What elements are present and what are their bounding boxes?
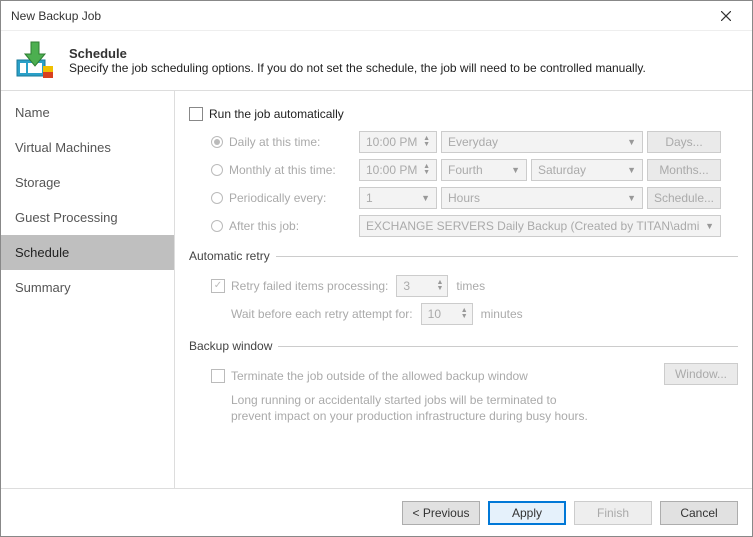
window-title: New Backup Job xyxy=(11,9,101,23)
backup-window-group: Backup window Terminate the job outside … xyxy=(189,339,738,424)
after-job-radio xyxy=(211,220,223,232)
monthly-day-dropdown: Saturday ▼ xyxy=(531,159,643,181)
days-button: Days... xyxy=(647,131,721,153)
chevron-down-icon: ▼ xyxy=(705,221,714,231)
wizard-footer: < Previous Apply Finish Cancel xyxy=(1,488,752,536)
spinner-icon: ▲▼ xyxy=(461,308,468,320)
sidebar-item-storage[interactable]: Storage xyxy=(1,165,174,200)
spinner-icon: ▲▼ xyxy=(423,164,430,176)
sidebar-item-schedule[interactable]: Schedule xyxy=(1,235,174,270)
chevron-down-icon: ▼ xyxy=(627,137,636,147)
sidebar-item-virtual-machines[interactable]: Virtual Machines xyxy=(1,130,174,165)
wait-label: Wait before each retry attempt for: xyxy=(231,307,413,321)
retry-failed-label: Retry failed items processing: xyxy=(231,279,388,293)
run-automatically-label: Run the job automatically xyxy=(209,107,344,121)
close-icon xyxy=(721,11,731,21)
chevron-down-icon: ▼ xyxy=(627,193,636,203)
period-count-dropdown: 1 ▼ xyxy=(359,187,437,209)
monthly-ordinal-dropdown: Fourth ▼ xyxy=(441,159,527,181)
spinner-icon: ▲▼ xyxy=(436,280,443,292)
chevron-down-icon: ▼ xyxy=(421,193,430,203)
wait-minutes-field: 10 ▲▼ xyxy=(421,303,473,325)
schedule-icon xyxy=(15,40,57,82)
cancel-button[interactable]: Cancel xyxy=(660,501,738,525)
chevron-down-icon: ▼ xyxy=(627,165,636,175)
periodically-label: Periodically every: xyxy=(229,191,359,205)
months-button: Months... xyxy=(647,159,721,181)
schedule-button: Schedule... xyxy=(647,187,721,209)
terminate-label: Terminate the job outside of the allowed… xyxy=(231,369,528,383)
periodically-radio xyxy=(211,192,223,204)
daily-radio xyxy=(211,136,223,148)
retry-failed-checkbox: ✓ xyxy=(211,279,225,293)
backup-window-legend: Backup window xyxy=(189,339,278,353)
sidebar-item-summary[interactable]: Summary xyxy=(1,270,174,305)
run-automatically-checkbox[interactable] xyxy=(189,107,203,121)
after-job-label: After this job: xyxy=(229,219,359,233)
spinner-icon: ▲▼ xyxy=(423,136,430,148)
daily-label: Daily at this time: xyxy=(229,135,359,149)
period-unit-dropdown: Hours ▼ xyxy=(441,187,643,209)
retry-count-field: 3 ▲▼ xyxy=(396,275,448,297)
apply-button[interactable]: Apply xyxy=(488,501,566,525)
automatic-retry-legend: Automatic retry xyxy=(189,249,276,263)
wait-minutes-suffix: minutes xyxy=(481,307,523,321)
titlebar: New Backup Job xyxy=(1,1,752,31)
previous-button[interactable]: < Previous xyxy=(402,501,480,525)
terminate-checkbox xyxy=(211,369,225,383)
monthly-radio xyxy=(211,164,223,176)
close-button[interactable] xyxy=(706,2,746,30)
monthly-time-field: 10:00 PM ▲▼ xyxy=(359,159,437,181)
daily-time-field: 10:00 PM ▲▼ xyxy=(359,131,437,153)
banner: Schedule Specify the job scheduling opti… xyxy=(1,31,752,91)
window-button: Window... xyxy=(664,363,738,385)
after-job-dropdown: EXCHANGE SERVERS Daily Backup (Created b… xyxy=(359,215,721,237)
daily-recurrence-dropdown: Everyday ▼ xyxy=(441,131,643,153)
main-panel: Run the job automatically Daily at this … xyxy=(175,91,752,488)
backup-window-description: Long running or accidentally started job… xyxy=(189,393,589,424)
sidebar-item-name[interactable]: Name xyxy=(1,95,174,130)
monthly-label: Monthly at this time: xyxy=(229,163,359,177)
banner-description: Specify the job scheduling options. If y… xyxy=(69,61,646,75)
wizard-sidebar: Name Virtual Machines Storage Guest Proc… xyxy=(1,91,175,488)
banner-title: Schedule xyxy=(69,46,646,61)
chevron-down-icon: ▼ xyxy=(511,165,520,175)
retry-times-suffix: times xyxy=(456,279,485,293)
finish-button: Finish xyxy=(574,501,652,525)
sidebar-item-guest-processing[interactable]: Guest Processing xyxy=(1,200,174,235)
automatic-retry-group: Automatic retry ✓ Retry failed items pro… xyxy=(189,249,738,329)
